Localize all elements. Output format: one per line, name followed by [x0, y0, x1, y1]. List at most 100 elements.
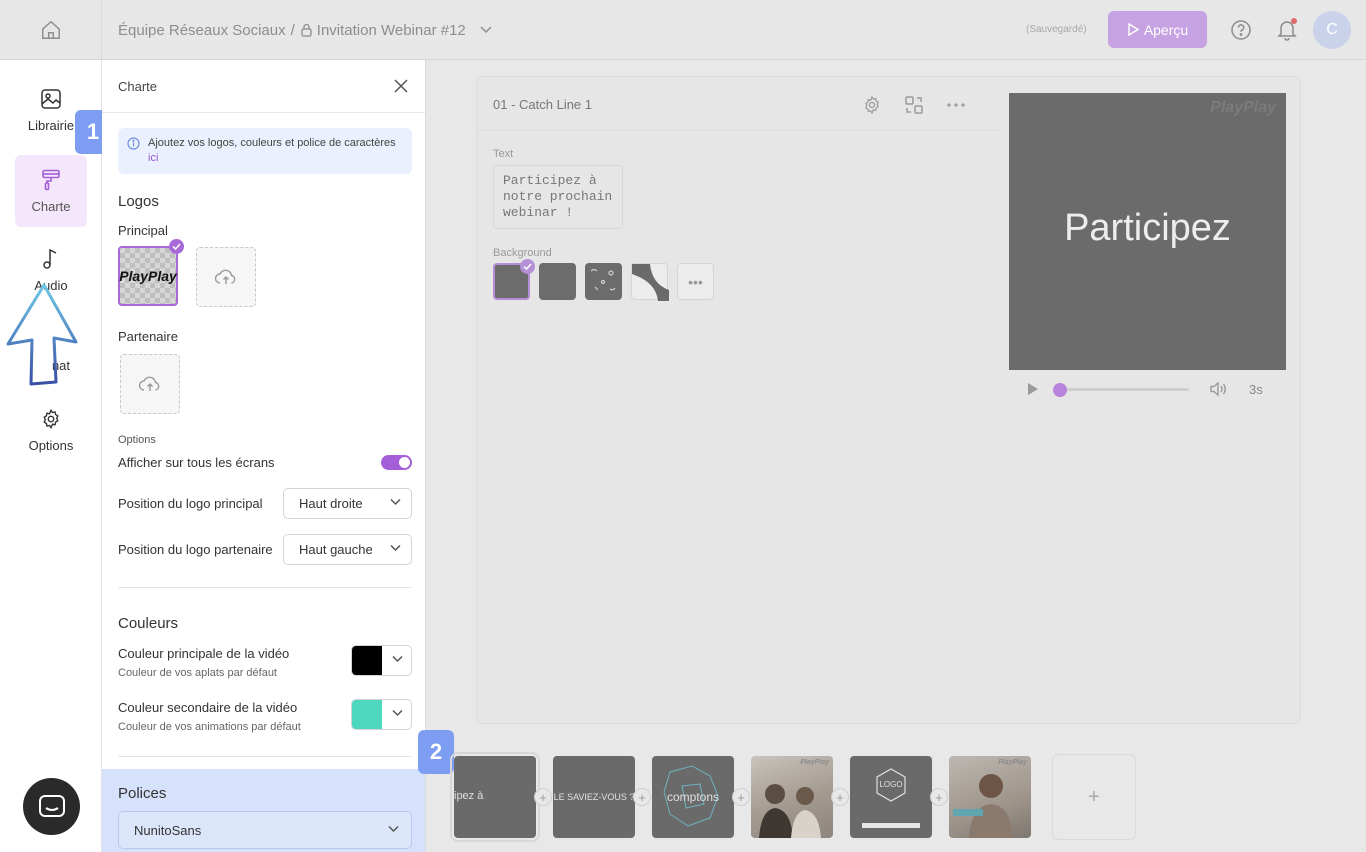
logos-heading: Logos — [118, 193, 159, 210]
principal-label: Principal — [118, 223, 168, 238]
options-label: Options — [118, 434, 156, 446]
nav-label-options: Options — [28, 437, 74, 453]
secondary-color-picker[interactable] — [351, 699, 412, 730]
timeline-screen-text: ipez à — [454, 790, 484, 802]
timeline-screen-tag — [953, 809, 983, 816]
primary-color-swatch — [352, 646, 382, 675]
volume-icon[interactable] — [1209, 381, 1227, 397]
swap-icon — [905, 96, 923, 114]
notifications-button[interactable] — [1274, 17, 1300, 43]
timeline-screen[interactable]: LE SAVIEZ-VOUS ? — [553, 756, 635, 838]
left-nav: Librairie Charte Audio nat Options 1 — [0, 60, 111, 852]
secondary-color-label: Couleur secondaire de la vidéo — [118, 700, 298, 715]
upload-partner-logo-button[interactable] — [120, 354, 180, 414]
main-logo-position-value: Haut droite — [299, 496, 363, 511]
font-select[interactable]: NunitoSans — [118, 811, 412, 849]
duration-label: 3s — [1249, 382, 1263, 397]
fonts-heading: Polices — [118, 785, 167, 802]
scrubber-handle[interactable] — [1053, 383, 1067, 397]
playback-scrubber[interactable] — [1055, 388, 1189, 391]
background-more-button[interactable]: ••• — [677, 263, 714, 300]
timeline-screen[interactable]: PlayPlay — [751, 756, 833, 838]
main-logo-position-label: Position du logo principal — [118, 496, 263, 511]
add-screen-button[interactable]: + — [1052, 754, 1136, 840]
divider — [118, 587, 412, 588]
avatar[interactable]: C — [1313, 11, 1351, 49]
partner-logo-position-select[interactable]: Haut gauche — [283, 534, 412, 565]
screen-settings-button[interactable] — [860, 93, 884, 117]
upload-principal-logo-button[interactable] — [196, 247, 256, 307]
step-badge-2: 2 — [418, 730, 454, 774]
insert-screen-button[interactable]: + — [831, 788, 849, 806]
timeline-screen-text: LE SAVIEZ-VOUS ? — [553, 792, 635, 802]
chat-icon — [38, 794, 65, 817]
secondary-color-swatch — [352, 700, 382, 729]
check-icon — [520, 259, 535, 274]
partenaire-label: Partenaire — [118, 329, 178, 344]
nav-label-librairie: Librairie — [27, 117, 75, 133]
show-all-screens-toggle[interactable] — [381, 455, 412, 470]
timeline-screen[interactable]: PlayPlay — [949, 756, 1031, 838]
insert-screen-button[interactable]: + — [633, 788, 651, 806]
chat-button[interactable] — [23, 778, 80, 835]
chevron-down-icon[interactable] — [480, 26, 492, 34]
breadcrumb-separator: / — [290, 21, 295, 39]
timeline-screen[interactable]: ipez à — [450, 752, 540, 842]
paint-roller-icon — [42, 169, 60, 190]
breadcrumb-workspace[interactable]: Équipe Réseaux Sociaux — [118, 22, 286, 39]
timeline-screen-text: LOGO — [879, 780, 903, 789]
preview-button[interactable]: Aperçu — [1108, 11, 1207, 48]
replace-screen-button[interactable] — [902, 93, 926, 117]
play-icon[interactable] — [1027, 382, 1039, 396]
project-title[interactable]: Invitation Webinar #12 — [317, 22, 466, 39]
more-options-button[interactable] — [944, 93, 968, 117]
text-field-label: Text — [493, 148, 514, 160]
music-note-icon — [43, 248, 57, 269]
timeline-screen[interactable]: comptons — [652, 756, 734, 838]
saved-status: (Sauvegardé) — [1026, 24, 1087, 35]
chevron-down-icon — [392, 709, 403, 717]
panel-title: Charte — [118, 78, 158, 94]
breadcrumb: Équipe Réseaux Sociaux / Invitation Webi… — [118, 0, 492, 60]
player-controls: 3s — [1009, 379, 1286, 399]
main-area: 01 - Catch Line 1 Text Participez à notr… — [418, 60, 1366, 852]
more-icon — [947, 103, 965, 107]
timeline-screen-bar — [862, 823, 920, 828]
background-option-shape[interactable] — [631, 263, 669, 301]
home-button[interactable] — [0, 0, 102, 60]
text-field[interactable]: Participez à notre prochain webinar ! — [493, 165, 623, 229]
screen-title: 01 - Catch Line 1 — [493, 97, 593, 112]
insert-screen-button[interactable]: + — [930, 788, 948, 806]
primary-color-label: Couleur principale de la vidéo — [118, 646, 290, 661]
insert-screen-button[interactable]: + — [732, 788, 750, 806]
help-button[interactable] — [1228, 17, 1254, 43]
partner-logo-position-value: Haut gauche — [299, 542, 373, 557]
image-icon — [41, 88, 61, 109]
timeline-screen[interactable]: LOGO — [850, 756, 932, 838]
nav-item-charte[interactable]: Charte — [15, 155, 87, 227]
home-icon — [41, 20, 60, 39]
preview-headline: Participez — [1064, 207, 1231, 249]
info-text: Ajoutez vos logos, couleurs et police de… — [148, 137, 396, 149]
primary-color-sub: Couleur de vos aplats par défaut — [118, 667, 277, 679]
background-option-pattern[interactable] — [585, 263, 622, 300]
nav-item-options[interactable]: Options — [15, 394, 87, 466]
preview-watermark: PlayPlay — [1210, 99, 1276, 116]
cloud-upload-icon — [214, 269, 236, 284]
primary-color-picker[interactable] — [351, 645, 412, 676]
insert-screen-button[interactable]: + — [534, 788, 552, 806]
screen-editor: 01 - Catch Line 1 Text Participez à notr… — [476, 76, 1301, 724]
info-link[interactable]: ici — [148, 152, 158, 164]
principal-logo[interactable]: PlayPlay — [118, 246, 178, 306]
background-option-plain[interactable] — [539, 263, 576, 300]
close-icon[interactable] — [393, 78, 409, 94]
top-bar: Équipe Réseaux Sociaux / Invitation Webi… — [0, 0, 1366, 60]
main-logo-position-select[interactable]: Haut droite — [283, 488, 412, 519]
colors-heading: Couleurs — [118, 615, 179, 632]
divider — [118, 756, 412, 757]
chevron-down-icon — [392, 655, 403, 663]
lock-icon — [300, 23, 313, 37]
play-icon — [1128, 23, 1139, 36]
nav-label-charte: Charte — [31, 198, 71, 214]
video-preview: PlayPlay Participez — [1009, 93, 1286, 370]
